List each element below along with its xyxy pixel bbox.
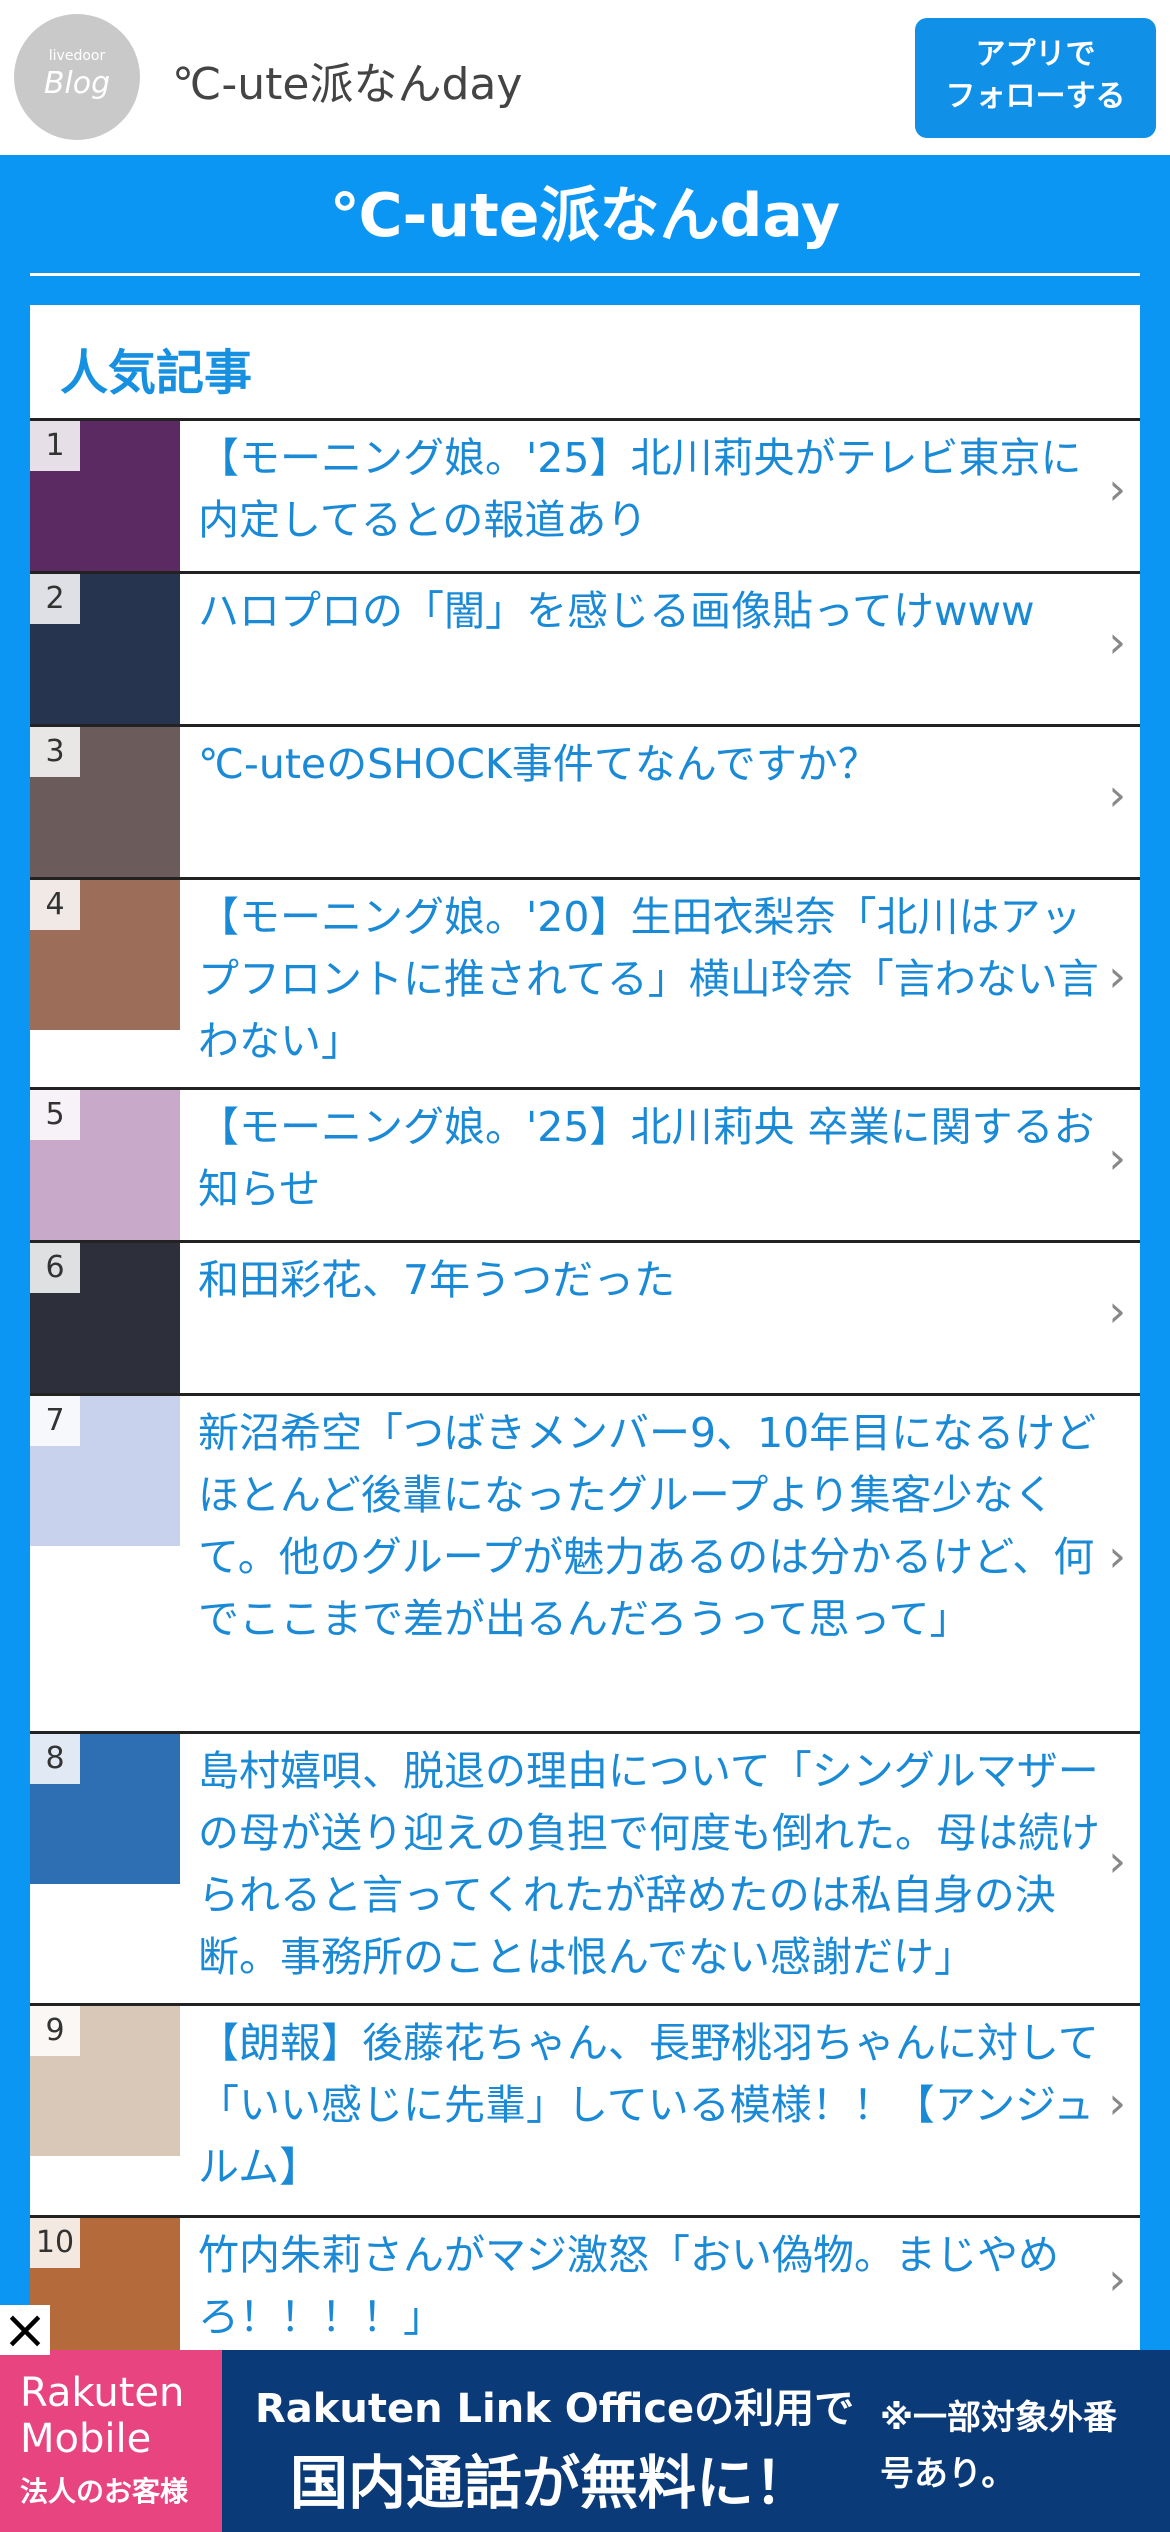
article-title[interactable]: 【モーニング娘。'25】北川莉央がテレビ東京に内定してるとの報道あり	[198, 427, 1118, 551]
ad-logo-line-1: Rakuten	[20, 2370, 185, 2416]
article-title[interactable]: ℃-uteのSHOCK事件てなんですか？	[198, 733, 1118, 795]
title-divider	[30, 273, 1140, 276]
article-title[interactable]: 新沼希空「つばきメンバー9、10年目になるけどほとんど後輩になったグループより集…	[198, 1402, 1118, 1650]
rank-badge: 5	[30, 1090, 80, 1140]
ranking-row[interactable]: 6 和田彩花、7年うつだった ›	[30, 1243, 1140, 1396]
article-thumbnail: 2	[30, 574, 180, 724]
article-thumbnail: 10	[30, 2218, 180, 2355]
logo-big-text: Blog	[43, 66, 111, 101]
top-bar: livedoor Blog ℃-ute派なんday アプリで フォローする	[0, 0, 1170, 155]
article-title[interactable]: ハロプロの「闇」を感じる画像貼ってけwww	[198, 580, 1118, 642]
follow-line-2: フォローする	[945, 79, 1126, 114]
rank-badge: 8	[30, 1734, 80, 1784]
article-title[interactable]: 【モーニング娘。'25】北川莉央 卒業に関するお知らせ	[198, 1096, 1118, 1220]
popular-articles-panel: 人気記事 1 【モーニング娘。'25】北川莉央がテレビ東京に内定してるとの報道あり…	[30, 305, 1140, 2525]
article-thumbnail: 4	[30, 880, 180, 1030]
ad-banner[interactable]: Rakuten Mobile 法人のお客様 Rakuten Link Offic…	[0, 2350, 1170, 2532]
ranking-row[interactable]: 1 【モーニング娘。'25】北川莉央がテレビ東京に内定してるとの報道あり ›	[30, 421, 1140, 574]
ranking-row[interactable]: 4 【モーニング娘。'20】生田衣梨奈「北川はアップフロントに推されてる」横山玲奈…	[30, 880, 1140, 1090]
ranking-row[interactable]: 7 新沼希空「つばきメンバー9、10年目になるけどほとんど後輩になったグループより…	[30, 1396, 1140, 1734]
article-title[interactable]: 島村嬉唄、脱退の理由について「シングルマザーの母が送り迎えの負担で何度も倒れた。…	[198, 1740, 1118, 1988]
article-title[interactable]: 和田彩花、7年うつだった	[198, 1249, 1118, 1311]
ad-note-1: ※一部対象外番	[880, 2398, 1118, 2438]
chevron-right-icon: ›	[1108, 463, 1126, 515]
chevron-right-icon: ›	[1108, 1285, 1126, 1337]
ranking-row[interactable]: 9 【朗報】後藤花ちゃん、長野桃羽ちゃんに対して「いい感じに先輩」している模様！！…	[30, 2006, 1140, 2218]
rank-badge: 6	[30, 1243, 80, 1293]
chevron-right-icon: ›	[1108, 616, 1126, 668]
section-title: 人気記事	[60, 345, 253, 401]
livedoor-blog-logo[interactable]: livedoor Blog	[14, 14, 140, 140]
chevron-right-icon: ›	[1108, 2254, 1126, 2305]
article-title[interactable]: 【モーニング娘。'20】生田衣梨奈「北川はアップフロントに推されてる」横山玲奈「…	[198, 886, 1118, 1072]
ranking-row[interactable]: 2 ハロプロの「闇」を感じる画像貼ってけwww ›	[30, 574, 1140, 727]
rank-badge: 10	[30, 2218, 80, 2268]
article-thumbnail: 7	[30, 1396, 180, 1546]
article-thumbnail: 8	[30, 1734, 180, 1884]
rank-badge: 1	[30, 421, 80, 471]
follow-in-app-button[interactable]: アプリで フォローする	[915, 18, 1156, 138]
close-icon[interactable]: ×	[0, 2303, 50, 2357]
site-name[interactable]: ℃-ute派なんday	[172, 48, 522, 112]
rank-badge: 2	[30, 574, 80, 624]
rank-badge: 9	[30, 2006, 80, 2056]
ad-headline-1: Rakuten Link Officeの利用で	[255, 2386, 855, 2432]
ad-logo-line-3: 法人のお客様	[20, 2475, 189, 2508]
chevron-right-icon: ›	[1108, 1836, 1126, 1887]
ad-note-2: 号あり。	[880, 2454, 1016, 2494]
blog-title[interactable]: ℃-ute派なんday	[0, 167, 1170, 254]
blog-area: ℃-ute派なんday 人気記事 1 【モーニング娘。'25】北川莉央がテレビ東京…	[0, 155, 1170, 2525]
chevron-right-icon: ›	[1108, 951, 1126, 1002]
ranking-row[interactable]: 8 島村嬉唄、脱退の理由について「シングルマザーの母が送り迎えの負担で何度も倒れた…	[30, 1734, 1140, 2006]
rank-badge: 7	[30, 1396, 80, 1446]
article-title[interactable]: 【朗報】後藤花ちゃん、長野桃羽ちゃんに対して「いい感じに先輩」している模様！！【…	[198, 2012, 1118, 2198]
chevron-right-icon: ›	[1108, 769, 1126, 821]
article-thumbnail: 5	[30, 1090, 180, 1240]
rakuten-mobile-logo: Rakuten Mobile 法人のお客様	[0, 2350, 222, 2532]
article-thumbnail: 9	[30, 2006, 180, 2156]
rank-badge: 3	[30, 727, 80, 777]
ranking-row[interactable]: 5 【モーニング娘。'25】北川莉央 卒業に関するお知らせ ›	[30, 1090, 1140, 1243]
logo-small-text: livedoor	[48, 48, 106, 64]
article-title[interactable]: 竹内朱莉さんがマジ激怒「おい偽物。まじやめろ！！！！」	[198, 2224, 1118, 2348]
ranking-row[interactable]: 3 ℃-uteのSHOCK事件てなんですか？ ›	[30, 727, 1140, 880]
chevron-right-icon: ›	[1108, 1132, 1126, 1184]
article-thumbnail: 3	[30, 727, 180, 877]
follow-line-1: アプリで	[975, 37, 1096, 72]
popular-articles-header: 人気記事	[30, 305, 1140, 421]
ad-logo-line-2: Mobile	[20, 2416, 152, 2462]
ranking-row[interactable]: 10 竹内朱莉さんがマジ激怒「おい偽物。まじやめろ！！！！」 ›	[30, 2218, 1140, 2358]
article-thumbnail: 1	[30, 421, 180, 571]
ad-headline-2: 国内通話が無料に！	[290, 2449, 813, 2517]
article-thumbnail: 6	[30, 1243, 180, 1393]
rank-badge: 4	[30, 880, 80, 930]
chevron-right-icon: ›	[1108, 1531, 1126, 1582]
chevron-right-icon: ›	[1108, 2078, 1126, 2129]
